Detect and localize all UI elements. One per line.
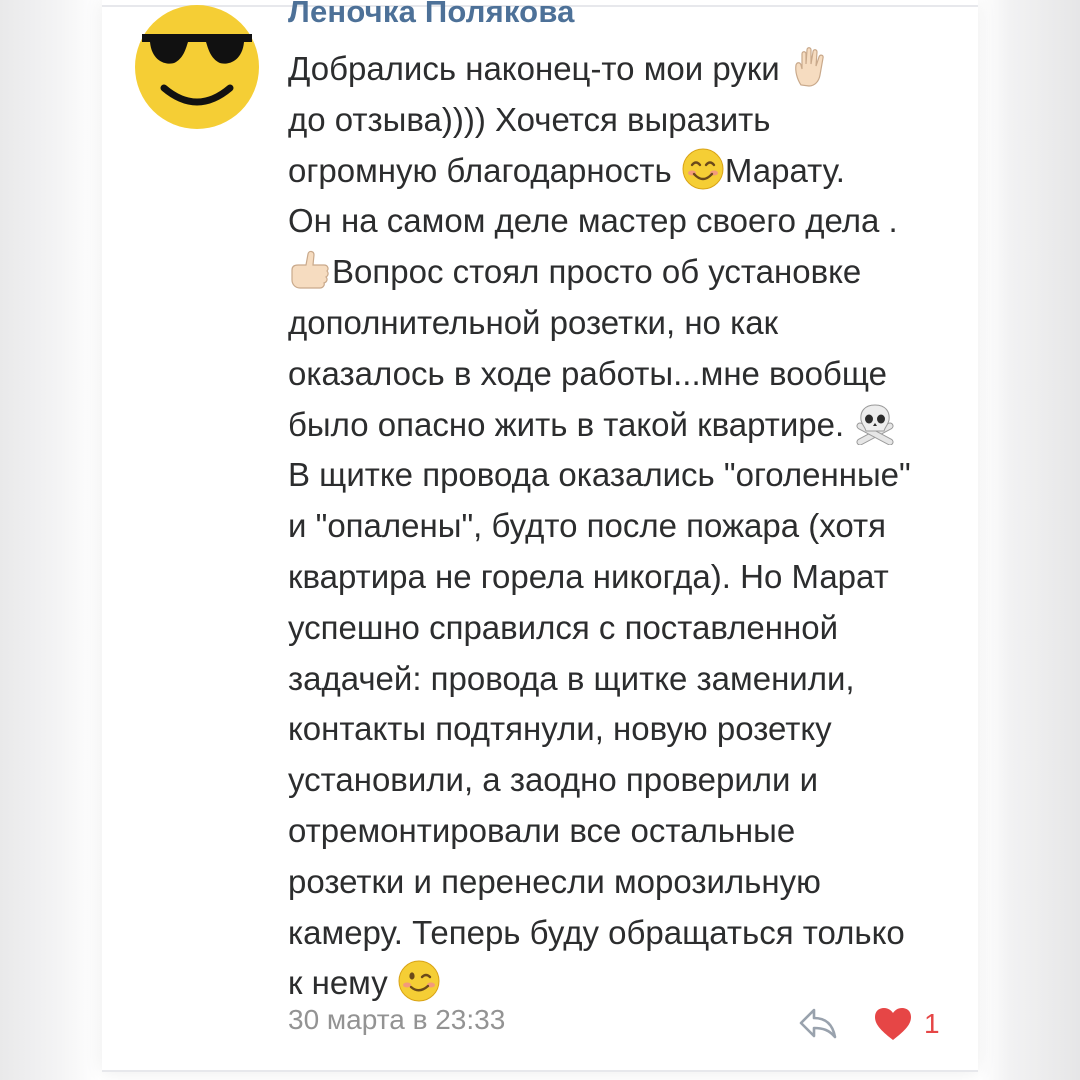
- comment-line-text: дополнительной розетки, но как: [288, 303, 779, 341]
- comment-line-text: успешно справился с поставленной: [288, 608, 839, 646]
- comment-line-text: Добрались наконец-то мои руки: [288, 50, 789, 87]
- avatar[interactable]: [134, 4, 260, 130]
- comment-text: Добрались наконец-то мои руки до отзыва)…: [288, 44, 958, 1009]
- comment-line: розетки и перенесли морозильную: [288, 857, 958, 908]
- comment-author[interactable]: Леночка Полякова: [288, 0, 575, 30]
- winking-face-icon: [398, 960, 440, 1002]
- comment-line: и "опалены", будто после пожара (хотя: [288, 501, 958, 552]
- thumbs-up-icon: [291, 251, 329, 289]
- skull-crossbones-icon: [856, 404, 894, 445]
- comment-card: Леночка Полякова Добрались наконец-то мо…: [102, 0, 978, 1072]
- comment-line-text: установили, а заодно проверили и: [288, 761, 819, 799]
- comment-line-text: Вопрос стоял просто об установке: [332, 253, 862, 291]
- comment-line: дополнительной розетки, но как: [288, 298, 958, 349]
- smiling-face-icon: [682, 148, 724, 190]
- comment-line-text: камеру. Теперь буду обращаться только: [288, 913, 905, 951]
- comment-line: к нему: [288, 958, 958, 1009]
- comment-line: Добрались наконец-то мои руки: [288, 44, 958, 95]
- comment-line: отремонтировали все остальные: [288, 806, 958, 857]
- comment-line-text: до отзыва)))) Хочется выразить: [288, 100, 771, 138]
- comment-line-text: оказалось в ходе работы...мне вообще: [288, 354, 887, 392]
- like-button[interactable]: 1: [874, 1004, 940, 1044]
- like-count: 1: [924, 1008, 940, 1039]
- comment-line: оказалось в ходе работы...мне вообще: [288, 349, 958, 400]
- comment-timestamp[interactable]: 30 марта в 23:33: [288, 1004, 505, 1036]
- comment-line: до отзыва)))) Хочется выразить: [288, 95, 958, 146]
- raised-hand-icon: [795, 47, 824, 87]
- reply-button[interactable]: [798, 1004, 838, 1042]
- comment-line-text: розетки и перенесли морозильную: [288, 862, 821, 900]
- comment-line-text: контакты подтянули, новую розетку: [288, 710, 832, 748]
- comment-line: Вопрос стоял просто об установке: [288, 247, 958, 298]
- comment-line-text: задачей: провода в щитке заменили,: [288, 659, 855, 697]
- reply-arrow-icon: [799, 1008, 837, 1039]
- comment-line: камеру. Теперь буду обращаться только: [288, 908, 958, 959]
- comment-line-text: Он на самом деле мастер своего дела .: [288, 202, 898, 240]
- comment-line: огромную благодарность Марату.: [288, 146, 958, 197]
- comment-line-text: огромную благодарность: [288, 151, 681, 189]
- comment-line: квартира не горела никогда). Но Марат: [288, 552, 958, 603]
- comment-line-text: Марату.: [724, 151, 845, 189]
- sunglasses-emoji-icon: [135, 5, 259, 129]
- comment-line: установили, а заодно проверили и: [288, 755, 958, 806]
- comment-line-text: было опасно жить в такой квартире.: [288, 405, 854, 443]
- comment-line: успешно справился с поставленной: [288, 603, 958, 654]
- comment-line: Он на самом деле мастер своего дела .: [288, 196, 958, 247]
- bottom-divider: [102, 1070, 978, 1072]
- comment-line: задачей: провода в щитке заменили,: [288, 654, 958, 705]
- comment-line-text: В щитке провода оказались "оголенные": [288, 456, 911, 494]
- heart-icon: [875, 1008, 911, 1040]
- comment-line-text: квартира не горела никогда). Но Марат: [288, 557, 889, 595]
- comment-line: контакты подтянули, новую розетку: [288, 704, 958, 755]
- comment-line-text: отремонтировали все остальные: [288, 811, 796, 849]
- comment-line: В щитке провода оказались "оголенные": [288, 450, 958, 501]
- comment-line-text: к нему: [288, 964, 397, 1002]
- comment-line-text: и "опалены", будто после пожара (хотя: [288, 507, 886, 545]
- comment-line: было опасно жить в такой квартире.: [288, 400, 958, 451]
